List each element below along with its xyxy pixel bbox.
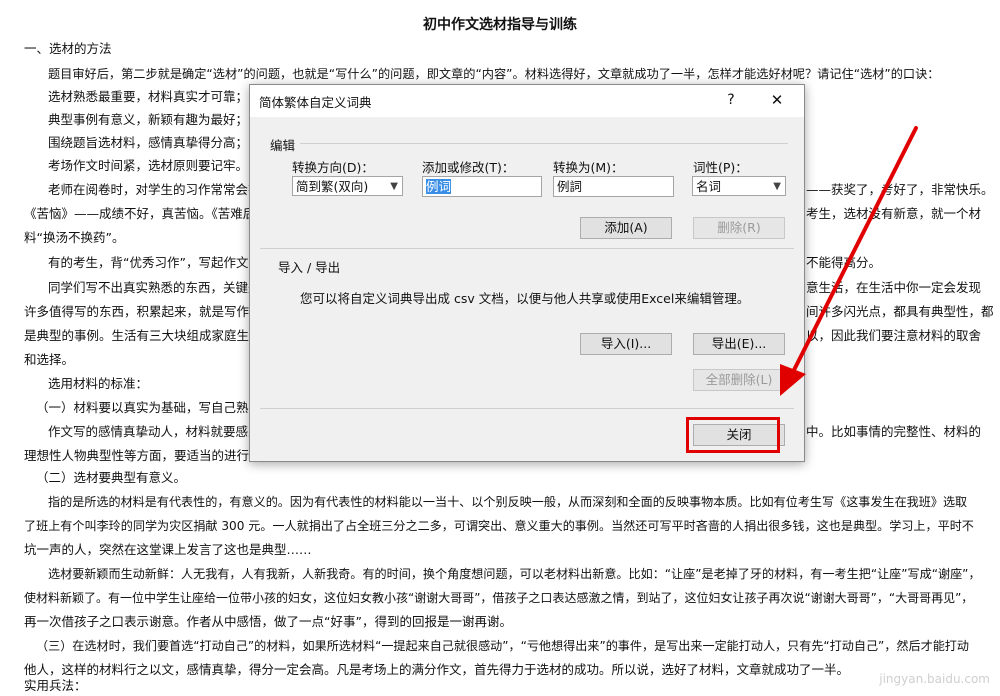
doc-line: 题目审好后，第二步就是确定“选材”的问题，也就是“写什么”的问题，即文章的“内容… [48,67,940,81]
direction-select[interactable]: 简到繁(双向) ▼ [292,176,403,196]
dialog-titlebar[interactable]: 简体繁体自定义词典 ? ✕ [250,85,804,117]
doc-line: 考场作文时间紧，选材原则要记牢。 [48,158,249,173]
edit-group-label: 编辑 [270,138,296,153]
close-icon[interactable]: ✕ [766,89,788,111]
doc-line: 选材要新颖而生动新鲜：人无我有，人有我新，人新我奇。有的时间，换个角度想问题，可… [48,567,981,581]
close-button-highlight [686,417,780,453]
doc-line: 指的是所选的材料是有代表性的，有意义的。因为有代表性的材料能以一当十、以个别反映… [48,495,968,509]
doc-line: 许多值得写的东西，积累起来，就是写作的 [24,304,262,319]
dialog-title: 简体繁体自定义词典 [259,95,372,110]
doc-line: 选用材料的标准： [48,376,149,391]
chevron-down-icon: ▼ [390,181,398,192]
doc-line: 坑一声的人，突然在这堂课上发言了这也是典型…… [24,542,312,557]
chevron-down-icon: ▼ [773,181,781,192]
doc-line: 有的考生，背“优秀习作”，写起作文来 [48,255,261,270]
add-button[interactable]: 添加(A) [580,217,672,239]
doc-line: （二）选材要典型有意义。 [36,470,187,485]
doc-line: （一）材料要以真实为基础，写自己熟悉 [36,400,262,415]
doc-line: 老师在阅卷时，对学生的习作常常会有 [48,182,261,197]
doc-line: 作文写的感情真挚动人，材料就要感人 [48,424,261,439]
section-divider [260,248,794,249]
delete-button[interactable]: 删除(R) [693,217,785,239]
part-of-speech-value: 名词 [696,179,722,194]
doc-line: 料“换汤不换药”。 [24,230,125,245]
direction-value: 简到繁(双向) [296,179,369,194]
doc-line: 再一次借孩子之口表示谢意。作者从中感悟，做了一点“好事”，得到的回报是一谢再谢。 [24,614,512,629]
custom-dictionary-dialog: 简体繁体自定义词典 ? ✕ 编辑 转换方向(D)： 简到繁(双向) ▼ 添加或修… [249,84,805,462]
document-title: 初中作文选材指导与训练 [423,17,577,33]
import-export-description: 您可以将自定义词典导出成 csv 文档，以便与他人共享或使用Excel来编辑管理… [300,291,750,306]
doc-line: 考生，选材没有新意，就一个材 [806,206,982,221]
watermark: jingyan.baidu.com [879,672,990,686]
doc-line: （三）在选材时，我们要首选“打动自己”的材料，如果所选材料“一提起来自己就很感动… [36,639,969,653]
doc-line: 是典型的事例。生活有三大块组成家庭生活 [24,328,262,343]
doc-line: 他人，这样的材料行之以文，感情真挚，得分一定会高。凡是考场上的满分作文，首先得力… [24,662,850,677]
doc-line: 不能得高分。 [806,255,882,270]
doc-line: 典型事例有意义，新颖有趣为最好； [48,112,249,127]
direction-label: 转换方向(D)： [292,160,374,175]
doc-line: 一、选材的方法 [24,41,112,56]
add-modify-input[interactable]: 例词 [422,176,542,197]
doc-line: 选材熟悉最重要，材料真实才可靠； [48,89,249,104]
part-of-speech-select[interactable]: 名词 ▼ [692,176,786,196]
doc-line: 《苦恼》——成绩不好，真苦恼。《苦难后 [24,206,256,221]
add-modify-value: 例词 [426,179,452,194]
convert-to-input[interactable]: 例詞 [553,176,674,197]
doc-line: 间许多闪光点，都具有典型性，都 [806,304,994,319]
doc-line: 和选择。 [24,352,75,367]
group-divider [300,143,788,144]
convert-to-value: 例詞 [557,179,583,194]
convert-to-label: 转换为(M)： [553,160,624,175]
doc-line: ——获奖了，考好了，非常快乐。 [806,182,994,197]
section-divider [260,408,794,409]
part-of-speech-label: 词性(P)： [693,160,748,175]
doc-line: 围绕题旨选材料，感情真挚得分高； [48,135,249,150]
doc-line: 同学们写不出真实熟悉的东西，关键是 [48,280,261,295]
doc-line: 意生活，在生活中你一定会发现 [806,280,982,295]
doc-line: 中。比如事情的完整性、材料的 [806,424,982,439]
doc-line: 了班上有个叫李玲的同学为灾区捐献 300 元。一人就捐出了占全班三分之二多，可谓… [24,519,974,533]
doc-line: 理想性人物典型性等方面，要适当的进行加 [24,448,262,463]
doc-line: 使材料新颖了。有一位中学生让座给一位带小孩的妇女，这位妇女教小孩“谢谢大哥哥”，… [24,591,974,605]
export-button[interactable]: 导出(E)... [693,333,785,355]
add-modify-label: 添加或修改(T)： [422,160,515,175]
import-button[interactable]: 导入(I)... [580,333,672,355]
import-export-group-label: 导入 / 导出 [278,260,341,275]
doc-line: 以，因此我们要注意材料的取舍 [806,328,982,343]
doc-line: 实用兵法： [24,678,87,693]
help-icon[interactable]: ? [722,89,740,111]
delete-all-button[interactable]: 全部删除(L) [693,369,785,391]
